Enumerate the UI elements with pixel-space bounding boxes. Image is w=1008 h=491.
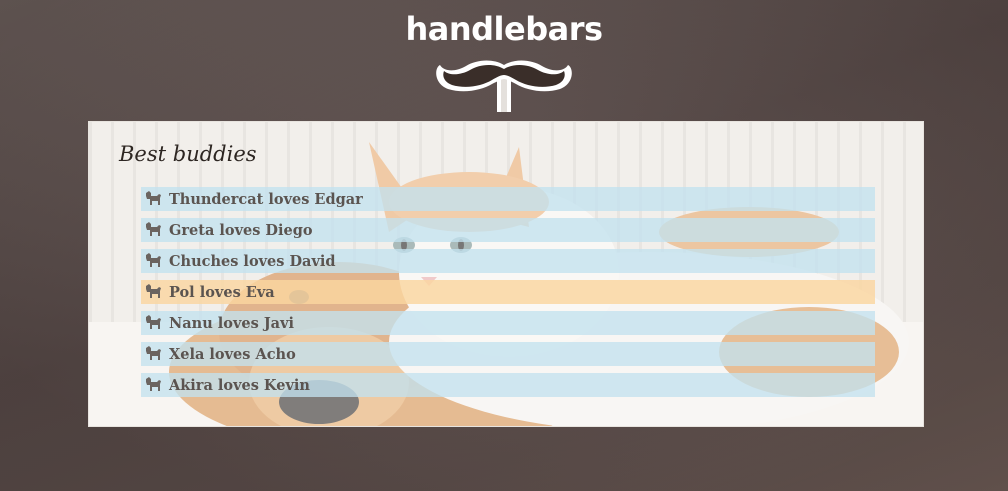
list-item-label: Akira loves Kevin bbox=[169, 376, 310, 394]
list-item[interactable]: Nanu loves Javi bbox=[141, 311, 875, 335]
dog-icon bbox=[146, 377, 161, 391]
list-item-label: Greta loves Diego bbox=[169, 221, 313, 239]
list-item[interactable]: Greta loves Diego bbox=[141, 218, 875, 242]
list-item-highlighted[interactable]: Pol loves Eva bbox=[141, 280, 875, 304]
list-item[interactable]: Akira loves Kevin bbox=[141, 373, 875, 397]
list-item-label: Nanu loves Javi bbox=[169, 314, 295, 332]
card-title: Best buddies bbox=[119, 142, 257, 166]
list-item[interactable]: Xela loves Acho bbox=[141, 342, 875, 366]
buddy-list: Thundercat loves Edgar Greta loves Diego… bbox=[141, 187, 875, 404]
brand-header: handlebars bbox=[394, 10, 614, 112]
dog-icon bbox=[146, 191, 161, 205]
buddies-card: Best buddies Thundercat loves Edgar Gret… bbox=[88, 121, 924, 427]
dog-icon bbox=[146, 346, 161, 360]
dog-icon bbox=[146, 284, 161, 298]
dog-icon bbox=[146, 222, 161, 236]
list-item[interactable]: Chuches loves David bbox=[141, 249, 875, 273]
list-item-label: Xela loves Acho bbox=[169, 345, 296, 363]
list-item-label: Pol loves Eva bbox=[169, 283, 275, 301]
dog-icon bbox=[146, 253, 161, 267]
brand-name: handlebars bbox=[405, 10, 603, 48]
list-item-label: Thundercat loves Edgar bbox=[169, 190, 363, 208]
list-item-label: Chuches loves David bbox=[169, 252, 336, 270]
dog-icon bbox=[146, 315, 161, 329]
mustache-icon bbox=[436, 60, 572, 112]
list-item[interactable]: Thundercat loves Edgar bbox=[141, 187, 875, 211]
